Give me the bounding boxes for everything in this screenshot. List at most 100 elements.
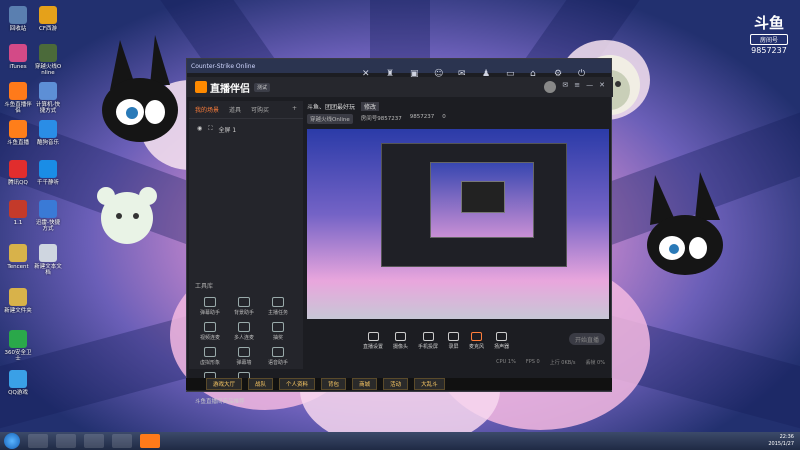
desktop-icon[interactable]: 酷狗音乐 bbox=[34, 120, 62, 146]
desktop-icon[interactable]: 新建文本文档 bbox=[34, 244, 62, 276]
taskbar-360[interactable] bbox=[84, 434, 104, 448]
app-icon bbox=[9, 120, 27, 138]
taskbar: 22:36 2015/1/27 bbox=[0, 432, 800, 450]
control-label: 录屏 bbox=[448, 344, 459, 350]
tool-voice[interactable]: 语音助手 bbox=[261, 347, 295, 366]
watermark-room-label: 房间号 bbox=[750, 34, 788, 45]
eye-icon[interactable]: ◉ bbox=[197, 125, 202, 134]
stream-controls: 直播设置 摄像头 手机投屏 录屏 麦克风 扬声器 bbox=[307, 327, 609, 355]
desktop-icon[interactable]: 腾讯QQ bbox=[4, 160, 32, 186]
clock-time[interactable]: 22:36 bbox=[768, 434, 794, 441]
game-btn-lobby[interactable]: 游戏大厅 bbox=[206, 378, 243, 390]
desktop-icon[interactable]: 360安全卫士 bbox=[4, 330, 32, 362]
desktop-icon-label: 360安全卫士 bbox=[4, 350, 32, 362]
desktop-icon[interactable]: 回收站 bbox=[4, 6, 32, 32]
tool-label: 视频连麦 bbox=[199, 335, 220, 341]
tool-tasks[interactable]: 主播任务 bbox=[261, 297, 295, 316]
desktop-icon[interactable]: CF西游 bbox=[34, 6, 62, 32]
desktop-icon-label: QQ游戏 bbox=[8, 390, 28, 396]
app-icon bbox=[39, 244, 57, 262]
tools-grid: 弹幕助手 背景助手 主播任务 视频连麦 多人连麦 抽奖 虚拟形象 弹幕墙 语音助… bbox=[193, 297, 299, 391]
background-icon bbox=[238, 297, 250, 307]
tab-props[interactable]: 道具 bbox=[229, 105, 241, 114]
taskbar-ie[interactable] bbox=[56, 434, 76, 448]
tools-heading: 工具库 bbox=[195, 283, 214, 290]
add-icon[interactable]: + bbox=[292, 105, 297, 114]
avatar[interactable] bbox=[544, 81, 557, 93]
game-btn-team[interactable]: 战队 bbox=[248, 378, 274, 390]
taskbar-explorer[interactable] bbox=[28, 434, 48, 448]
desktop-icon[interactable]: 斗鱼直播伴侣 bbox=[4, 82, 32, 114]
desktop-icon-label: iTunes bbox=[9, 64, 27, 70]
tool-danmu-wall[interactable]: 弹幕墙 bbox=[227, 347, 261, 366]
hot-count: 0 bbox=[442, 114, 446, 120]
tool-multi-link[interactable]: 多人连麦 bbox=[227, 322, 261, 341]
minimize-icon[interactable]: — bbox=[586, 81, 593, 93]
ctl-camera[interactable]: 摄像头 bbox=[393, 332, 408, 350]
tool-video-link[interactable]: 视频连麦 bbox=[193, 322, 227, 341]
tool-lottery[interactable]: 抽奖 bbox=[261, 322, 295, 341]
taskbar-douyu[interactable] bbox=[140, 434, 160, 448]
message-icon[interactable]: ✉ bbox=[562, 81, 568, 93]
app-icon bbox=[39, 200, 57, 218]
desktop-icon-label: 千千静听 bbox=[36, 180, 59, 186]
desktop-icon-label: 酷狗音乐 bbox=[36, 140, 59, 146]
tool-background[interactable]: 背景助手 bbox=[227, 297, 261, 316]
room-title-row: 斗鱼、团团最好玩 修改 bbox=[307, 101, 609, 111]
app-icon bbox=[9, 370, 27, 388]
desktop-icon[interactable]: 穿越火线Online bbox=[34, 44, 62, 76]
ctl-settings[interactable]: 直播设置 bbox=[363, 332, 383, 350]
ctl-record[interactable]: 录屏 bbox=[448, 332, 460, 350]
room-id: 房间号9857237 bbox=[360, 116, 402, 122]
start-live-button[interactable]: 开始直播 bbox=[569, 333, 605, 345]
ctl-speaker[interactable]: 扬声器 bbox=[494, 332, 509, 350]
app-icon bbox=[39, 82, 57, 100]
tasks-icon bbox=[272, 297, 284, 307]
close-icon[interactable]: ✕ bbox=[599, 81, 605, 93]
watermark-room-number: 9857237 bbox=[751, 46, 787, 55]
desktop-icon[interactable]: 1.1 bbox=[4, 200, 32, 226]
edit-title-button[interactable]: 修改 bbox=[361, 101, 380, 111]
system-tray: 22:36 2015/1/27 bbox=[768, 434, 794, 448]
ctl-phone-cast[interactable]: 手机投屏 bbox=[418, 332, 438, 350]
desktop-icon[interactable]: 计算机-快捷方式 bbox=[34, 82, 62, 114]
menu-icon[interactable]: ≡ bbox=[574, 81, 580, 93]
desktop-icon[interactable]: 新建文件夹 bbox=[4, 288, 32, 314]
watermark-brand: 斗鱼 bbox=[753, 14, 784, 32]
settings-control-icon bbox=[367, 332, 379, 341]
game-btn-shop[interactable]: 商城 bbox=[352, 378, 378, 390]
game-btn-melee[interactable]: 大乱斗 bbox=[414, 378, 445, 390]
desktop-icon[interactable]: QQ游戏 bbox=[4, 370, 32, 396]
desktop-icon[interactable]: 迅雷-快捷方式 bbox=[34, 200, 62, 232]
record-icon bbox=[448, 332, 460, 341]
bottom-note[interactable]: 斗鱼直播间商品推荐 bbox=[195, 397, 245, 405]
clock-date[interactable]: 2015/1/27 bbox=[768, 441, 794, 448]
room-meta: 穿越火线Online 房间号9857237 9857237 0 bbox=[307, 114, 609, 124]
speaker-icon bbox=[496, 332, 508, 341]
room-category[interactable]: 穿越火线Online bbox=[307, 114, 353, 124]
tool-danmu[interactable]: 弹幕助手 bbox=[193, 297, 227, 316]
scene-item[interactable]: ◉ ⛶ 全屏 1 bbox=[189, 119, 303, 140]
desktop-icon-label: CF西游 bbox=[38, 26, 57, 32]
status-drop: 丢帧 0% bbox=[585, 360, 605, 366]
ctl-mic[interactable]: 麦克风 bbox=[469, 332, 484, 350]
app-logo: 直播伴侣 bbox=[195, 80, 250, 95]
desktop-icon[interactable]: 斗鱼直播 bbox=[4, 120, 32, 146]
desktop-icon[interactable]: 千千静听 bbox=[34, 160, 62, 186]
tab-my-scenes[interactable]: 我的场景 bbox=[195, 105, 219, 114]
tab-purchasable[interactable]: 可购买 bbox=[251, 105, 269, 114]
game-btn-event[interactable]: 活动 bbox=[383, 378, 409, 390]
game-btn-profile[interactable]: 个人资料 bbox=[279, 378, 316, 390]
avatar-icon bbox=[204, 347, 216, 357]
start-button[interactable] bbox=[4, 433, 20, 449]
taskbar-cs[interactable] bbox=[112, 434, 132, 448]
tool-avatar[interactable]: 虚拟形象 bbox=[193, 347, 227, 366]
app-header: 直播伴侣 测试 ✉ ≡ — ✕ bbox=[187, 77, 613, 97]
streaming-window[interactable]: Counter-Strike Online ✕ ♜ ▣ ☺ ✉ ♟ ▭ ⌂ ⚙ … bbox=[186, 58, 613, 405]
desktop-icon[interactable]: iTunes bbox=[4, 44, 32, 70]
game-btn-bag[interactable]: 背包 bbox=[321, 378, 347, 390]
app-icon bbox=[9, 160, 27, 178]
app-icon bbox=[39, 160, 57, 178]
desktop-icon[interactable]: Tencent bbox=[4, 244, 32, 270]
bunny-left-graphic bbox=[102, 35, 178, 142]
